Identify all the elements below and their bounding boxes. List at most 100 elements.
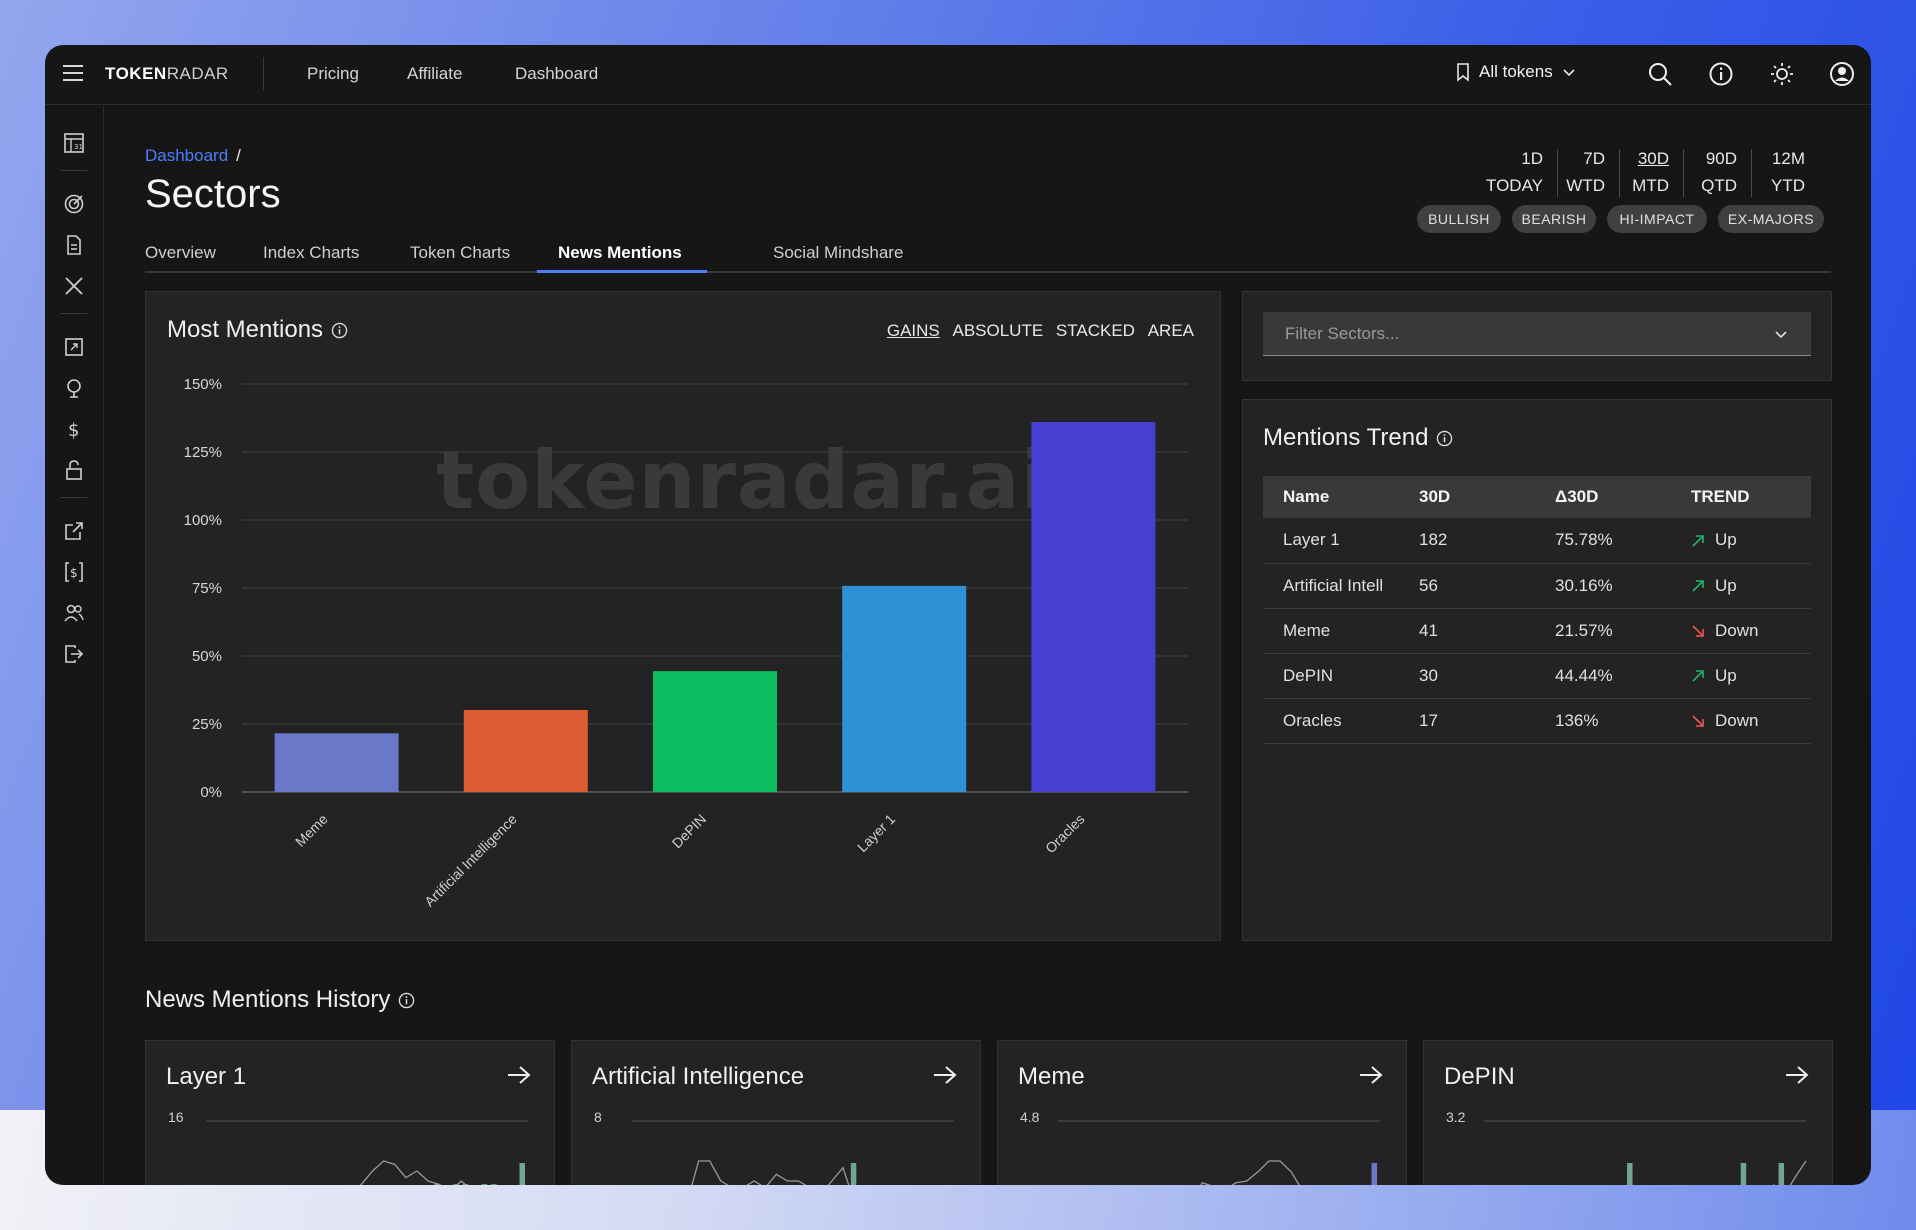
spark-bar bbox=[1778, 1163, 1785, 1185]
arrow-right-icon[interactable] bbox=[932, 1063, 958, 1087]
arrow-right-icon[interactable] bbox=[1358, 1063, 1384, 1087]
search-icon[interactable] bbox=[1647, 61, 1673, 87]
info-icon[interactable] bbox=[1708, 61, 1734, 87]
cell-name: Layer 1 bbox=[1263, 518, 1399, 564]
tab-index-charts[interactable]: Index Charts bbox=[263, 243, 359, 263]
cell-delta: 30.16% bbox=[1535, 563, 1671, 609]
y-tick-label: 125% bbox=[184, 444, 222, 461]
arrow-up-right-icon bbox=[1692, 580, 1704, 592]
cell-30d: 56 bbox=[1399, 563, 1535, 609]
history-card[interactable]: DePIN 3.2 bbox=[1423, 1040, 1833, 1185]
spark-bar bbox=[1627, 1163, 1633, 1185]
bar-layer-1[interactable] bbox=[842, 585, 967, 792]
brand-logo[interactable]: TOKENRADAR bbox=[105, 64, 229, 84]
sun-icon[interactable] bbox=[1769, 61, 1795, 87]
calendar-icon[interactable]: 31 bbox=[63, 132, 85, 154]
cell-name: Meme bbox=[1263, 608, 1399, 654]
target-icon[interactable] bbox=[63, 193, 85, 215]
chip-bearish[interactable]: BEARISH bbox=[1512, 205, 1596, 233]
table-row[interactable]: Layer 1 182 75.78% Up bbox=[1263, 518, 1811, 564]
history-card[interactable]: Artificial Intelligence 8 bbox=[571, 1040, 981, 1185]
document-icon[interactable] bbox=[63, 234, 85, 256]
info-icon[interactable] bbox=[1436, 430, 1453, 447]
nav-pricing[interactable]: Pricing bbox=[307, 64, 359, 84]
tab-social-mindshare[interactable]: Social Mindshare bbox=[773, 243, 903, 263]
breadcrumb-dashboard-link[interactable]: Dashboard bbox=[145, 146, 228, 165]
spark-bar bbox=[491, 1184, 497, 1185]
arrow-right-icon[interactable] bbox=[1784, 1063, 1810, 1087]
table-row[interactable]: Meme 41 21.57% Down bbox=[1263, 608, 1811, 654]
arrow-right-icon[interactable] bbox=[506, 1063, 532, 1087]
column-header-delta-30d[interactable]: Δ30D bbox=[1535, 476, 1671, 518]
info-icon[interactable] bbox=[398, 992, 415, 1009]
table-row[interactable]: DePIN 30 44.44% Up bbox=[1263, 653, 1811, 699]
column-header-trend[interactable]: TREND bbox=[1671, 476, 1811, 518]
cell-delta: 44.44% bbox=[1535, 653, 1671, 699]
nav-affiliate[interactable]: Affiliate bbox=[407, 64, 462, 84]
period-90d[interactable]: 90D QTD bbox=[1691, 145, 1737, 199]
cell-30d: 41 bbox=[1399, 608, 1535, 654]
period-divider bbox=[1683, 149, 1684, 197]
tab-news-mentions[interactable]: News Mentions bbox=[558, 243, 682, 263]
sparkline-chart bbox=[206, 1120, 528, 1185]
y-tick-label: 75% bbox=[192, 580, 222, 597]
bar-depin[interactable] bbox=[653, 671, 777, 792]
logout-icon[interactable] bbox=[63, 643, 85, 665]
period-30d[interactable]: 30D MTD bbox=[1627, 145, 1669, 199]
menu-icon[interactable] bbox=[63, 65, 83, 83]
column-header-name[interactable]: Name bbox=[1263, 476, 1399, 518]
filter-sectors-dropdown[interactable]: Filter Sectors... bbox=[1263, 312, 1811, 356]
token-selector[interactable]: All tokens bbox=[1455, 62, 1577, 82]
cell-30d: 30 bbox=[1399, 653, 1535, 699]
cell-30d: 182 bbox=[1399, 518, 1535, 564]
tab-overview[interactable]: Overview bbox=[145, 243, 216, 263]
period-1d[interactable]: 1D TODAY bbox=[1475, 145, 1543, 199]
spark-line bbox=[359, 1160, 467, 1185]
globe-icon[interactable] bbox=[63, 377, 85, 399]
period-7d[interactable]: 7D WTD bbox=[1565, 145, 1605, 199]
history-card[interactable]: Meme 4.8 bbox=[997, 1040, 1407, 1185]
period-12m[interactable]: 12M YTD bbox=[1759, 145, 1805, 199]
x-tick-label: Artificial Intelligence bbox=[421, 811, 520, 910]
breadcrumb: Dashboard / bbox=[145, 146, 241, 166]
external-link-icon[interactable] bbox=[63, 520, 85, 542]
table-row[interactable]: Artificial Intell 56 30.16% Up bbox=[1263, 563, 1811, 609]
history-card[interactable]: Layer 1 16 bbox=[145, 1040, 555, 1185]
spark-bar bbox=[1371, 1163, 1377, 1185]
table-row[interactable]: Oracles 17 136% Down bbox=[1263, 698, 1811, 744]
spark-line bbox=[1200, 1160, 1300, 1185]
card-title: Artificial Intelligence bbox=[592, 1063, 805, 1090]
unlock-icon[interactable] bbox=[63, 459, 85, 481]
cell-delta: 136% bbox=[1535, 698, 1671, 744]
dollar-icon[interactable]: $ bbox=[63, 418, 85, 440]
bracket-dollar-icon[interactable]: $ bbox=[63, 561, 85, 583]
card-title: Layer 1 bbox=[166, 1063, 247, 1090]
cell-30d: 17 bbox=[1399, 698, 1535, 744]
sparkline-chart bbox=[632, 1120, 954, 1185]
cell-delta: 75.78% bbox=[1535, 518, 1671, 564]
cell-name: DePIN bbox=[1263, 653, 1399, 699]
bar-oracles[interactable] bbox=[1031, 422, 1156, 792]
bar-meme[interactable] bbox=[274, 733, 399, 792]
cell-trend: Up bbox=[1671, 518, 1811, 564]
bar-artificial-intelligence[interactable] bbox=[463, 709, 588, 792]
column-header-30d[interactable]: 30D bbox=[1399, 476, 1535, 518]
chip-hi-impact[interactable]: HI-IMPACT bbox=[1607, 205, 1707, 233]
nav-dashboard[interactable]: Dashboard bbox=[515, 64, 598, 84]
cell-trend: Down bbox=[1671, 698, 1811, 744]
users-icon[interactable] bbox=[63, 602, 85, 624]
expand-icon[interactable] bbox=[63, 336, 85, 358]
x-logo-icon[interactable] bbox=[63, 275, 85, 297]
tab-token-charts[interactable]: Token Charts bbox=[410, 243, 510, 263]
breadcrumb-separator: / bbox=[236, 146, 241, 165]
mentions-trend-panel: Mentions Trend Name 30D Δ30D TREND Layer… bbox=[1242, 399, 1832, 941]
spark-bar bbox=[850, 1163, 857, 1185]
cell-delta: 21.57% bbox=[1535, 608, 1671, 654]
bar-chart: 0% 25% 50% 75% 100% 125% 150% Meme Artificial In… bbox=[184, 376, 1188, 910]
spark-bar bbox=[1740, 1163, 1747, 1185]
chip-ex-majors[interactable]: EX-MAJORS bbox=[1718, 205, 1824, 233]
chip-bullish[interactable]: BULLISH bbox=[1417, 205, 1501, 233]
chevron-down-icon bbox=[1563, 69, 1575, 77]
spark-line bbox=[691, 1160, 850, 1185]
user-avatar-icon[interactable] bbox=[1829, 61, 1855, 87]
